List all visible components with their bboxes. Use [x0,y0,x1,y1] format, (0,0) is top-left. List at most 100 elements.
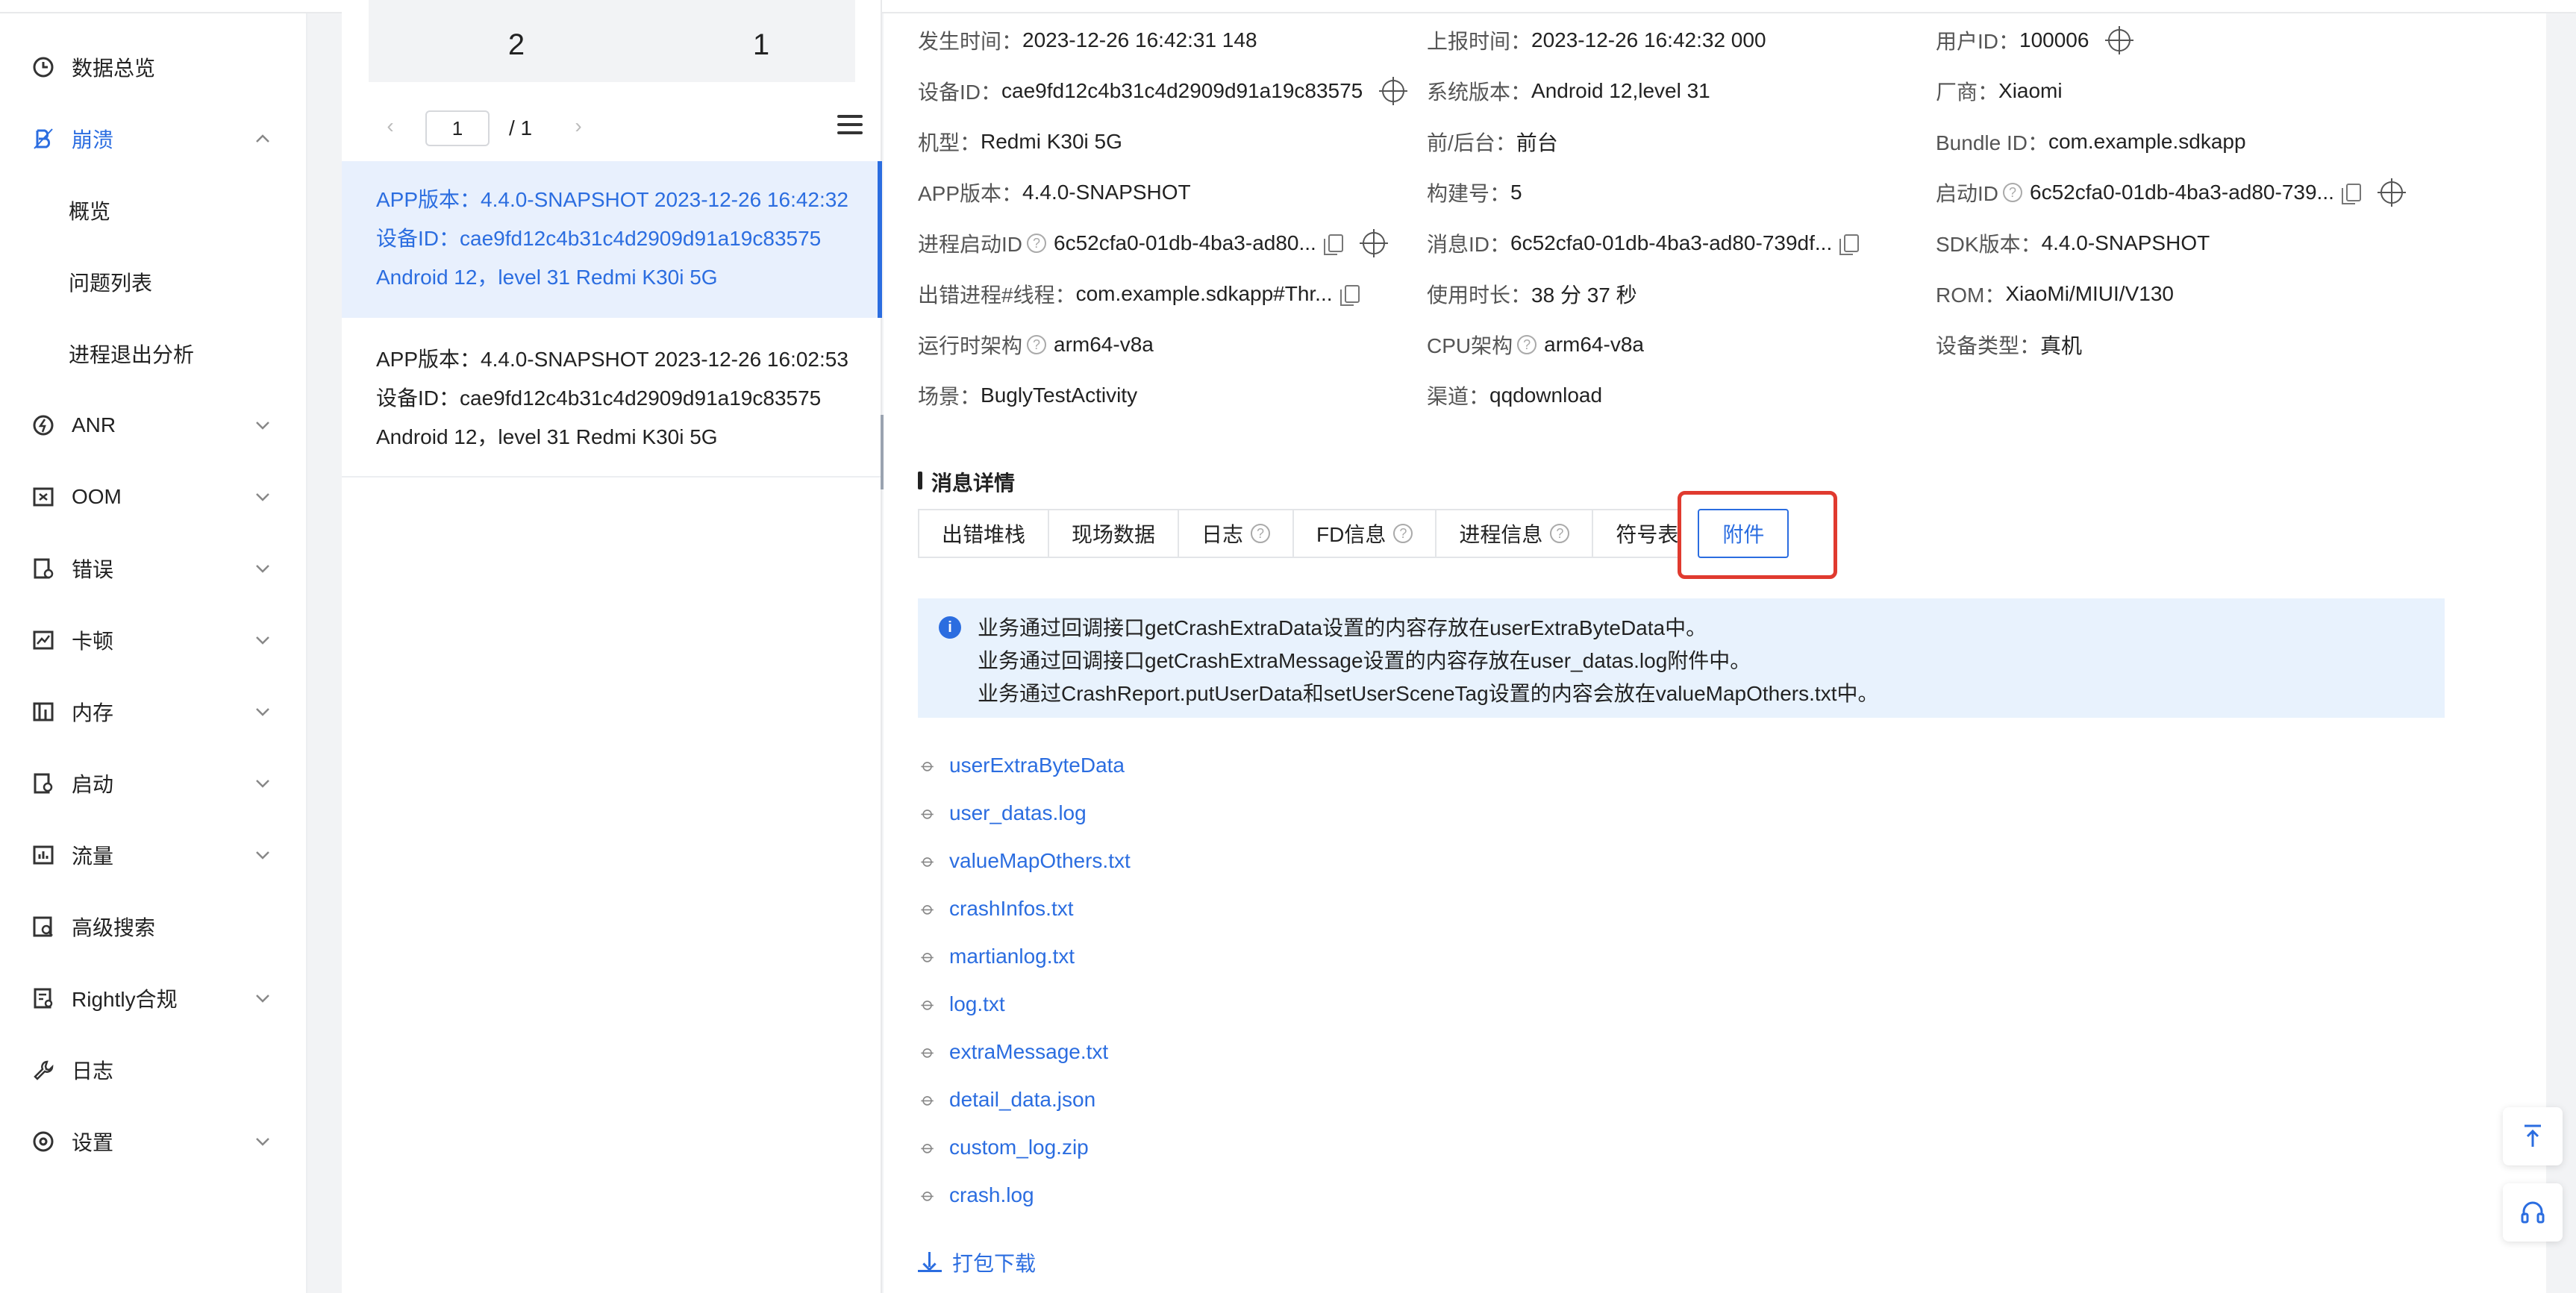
info-value: 真机 [2040,334,2083,357]
info-value: arm64-v8a [1054,333,1154,356]
info-foreground: 前/后台： 前台 [1427,127,1558,157]
sidebar-item-advanced-search[interactable]: 高级搜索 [0,897,307,957]
sidebar-item-traffic[interactable]: 流量 [0,825,307,885]
help-icon[interactable]: ? [1517,335,1537,354]
sidebar-subitem-issue-list[interactable]: 问题列表 [0,252,307,312]
attachment-link[interactable]: ⌀ detail_data.json [917,1083,1095,1116]
info-device-type: 设备类型： 真机 [1936,330,2082,360]
sidebar-subitem-overview[interactable]: 概览 [0,181,307,240]
info-value: BuglyTestActivity [981,383,1138,407]
tab-label: FD信息 [1316,523,1387,546]
info-sdk-version: SDK版本： 4.4.0-SNAPSHOT [1936,228,2210,258]
locate-icon[interactable] [2377,178,2406,207]
sidebar-item-label: 高级搜索 [72,916,156,939]
launch-icon [30,770,57,797]
download-all-button[interactable]: 打包下载 [918,1247,1036,1277]
tab-label: 现场数据 [1072,523,1156,546]
sidebar-item-overview-dashboard[interactable]: 数据总览 [0,37,307,97]
attachment-link[interactable]: ⌀ extraMessage.txt [917,1036,1109,1068]
sidebar-item-label: 崩溃 [72,128,114,151]
sidebar-item-oom[interactable]: OOM [0,467,307,527]
stats-summary: 2 1 [369,0,855,82]
copy-icon[interactable] [1839,234,1860,255]
attachment-name: log.txt [949,992,1005,1015]
notice-line: 业务通过回调接口getCrashExtraMessage设置的内容存放在user… [978,649,1751,672]
info-value: 4.4.0-SNAPSHOT [2041,231,2210,254]
paperclip-icon: ⌀ [917,850,940,872]
paperclip-icon: ⌀ [917,1089,940,1111]
customer-support-button[interactable] [2503,1183,2563,1242]
anr-icon [30,412,57,439]
page-total: / 1 [509,116,533,140]
tab-fd-info[interactable]: FD信息? [1292,509,1436,558]
info-value: 100006 [2019,28,2089,51]
copy-icon[interactable] [1339,285,1360,306]
attachment-name: custom_log.zip [949,1136,1089,1159]
info-vendor: 厂商： Xiaomi [1936,76,2063,106]
info-label: 启动ID [1936,182,1999,205]
notice-line: 业务通过回调接口getCrashExtraData设置的内容存放在userExt… [978,616,1707,639]
sidebar-item-anr[interactable]: ANR [0,395,307,455]
tab-stack-trace[interactable]: 出错堆栈 [918,509,1048,558]
attachment-link[interactable]: ⌀ custom_log.zip [917,1131,1089,1164]
attachment-link[interactable]: ⌀ crash.log [917,1179,1034,1212]
sidebar-item-label: 概览 [69,200,111,223]
paperclip-icon: ⌀ [917,1136,940,1159]
locate-icon[interactable] [2105,26,2134,54]
headset-icon [2521,1201,2545,1224]
detail-tabs: 出错堆栈 现场数据 日志? FD信息? 进程信息? 符号表 附件 [918,509,1789,558]
help-icon[interactable]: ? [1027,234,1047,253]
list-view-icon[interactable] [837,115,863,137]
attachment-link[interactable]: ⌀ valueMapOthers.txt [917,845,1130,877]
sidebar-item-crash[interactable]: 崩溃 [0,109,307,169]
copy-icon[interactable] [2341,184,2361,204]
attachment-name: user_datas.log [949,801,1087,824]
page-number-input[interactable]: 1 [425,110,490,146]
crash-report-item[interactable]: APP版本：4.4.0-SNAPSHOT 2023-12-26 16:42:32… [342,161,882,318]
info-value: cae9fd12c4b31c4d2909d91a19c83575 [1001,79,1363,102]
info-occur-time: 发生时间： 2023-12-26 16:42:31 148 [918,25,1257,55]
sidebar-item-memory[interactable]: 内存 [0,682,307,742]
sidebar-item-settings[interactable]: 设置 [0,1112,307,1171]
copy-icon[interactable] [1323,234,1343,255]
report-app-version: APP版本：4.4.0-SNAPSHOT 2023-12-26 16:42:32 [376,188,848,211]
sidebar-item-lag[interactable]: 卡顿 [0,610,307,670]
sidebar-item-label: 问题列表 [69,272,153,295]
info-label: 进程启动ID [918,233,1023,256]
locate-icon[interactable] [1359,229,1388,257]
tab-scene-data[interactable]: 现场数据 [1048,509,1178,558]
page-scrollbar[interactable] [2546,13,2576,1293]
attachment-link[interactable]: ⌀ martianlog.txt [917,940,1075,973]
sidebar-subitem-process-exit[interactable]: 进程退出分析 [0,324,307,383]
sidebar-item-error[interactable]: 错误 [0,539,307,598]
attachment-link[interactable]: ⌀ crashInfos.txt [917,892,1073,925]
tab-log[interactable]: 日志? [1178,509,1293,558]
tab-symbol-table[interactable]: 符号表 [1592,509,1679,558]
help-icon[interactable]: ? [1027,335,1047,354]
chevron-right-icon[interactable]: › [567,114,590,137]
help-icon[interactable]: ? [2003,183,2023,202]
paperclip-icon: ⌀ [917,993,940,1015]
back-to-top-button[interactable] [2503,1107,2563,1165]
info-value: XiaoMi/MIUI/V130 [2005,282,2174,305]
attachment-name: extraMessage.txt [949,1040,1109,1063]
section-title: 消息详情 [918,467,1015,497]
sidebar-item-log[interactable]: 日志 [0,1040,307,1100]
crash-report-item[interactable]: APP版本：4.4.0-SNAPSHOT 2023-12-26 16:02:53… [342,321,882,478]
attachment-name: crash.log [949,1183,1034,1206]
info-value: com.example.sdkapp#Thr... [1075,282,1333,305]
locate-icon[interactable] [1379,77,1408,105]
chevron-left-icon[interactable]: ‹ [379,114,401,137]
attachment-link[interactable]: ⌀ log.txt [917,988,1005,1021]
info-label: 发生时间： [918,30,1023,53]
download-icon [918,1250,942,1274]
attachment-link[interactable]: ⌀ userExtraByteData [917,749,1125,782]
sidebar-item-compliance[interactable]: Rightly合规 [0,968,307,1028]
info-cpu-arch: CPU架构? arm64-v8a [1427,330,1644,360]
tab-process-info[interactable]: 进程信息? [1435,509,1592,558]
sidebar-item-label: 进程退出分析 [69,343,195,366]
attachment-link[interactable]: ⌀ user_datas.log [917,797,1087,830]
help-icon: ? [1393,524,1413,543]
sidebar-item-launch[interactable]: 启动 [0,754,307,813]
tab-label: 符号表 [1616,523,1679,546]
